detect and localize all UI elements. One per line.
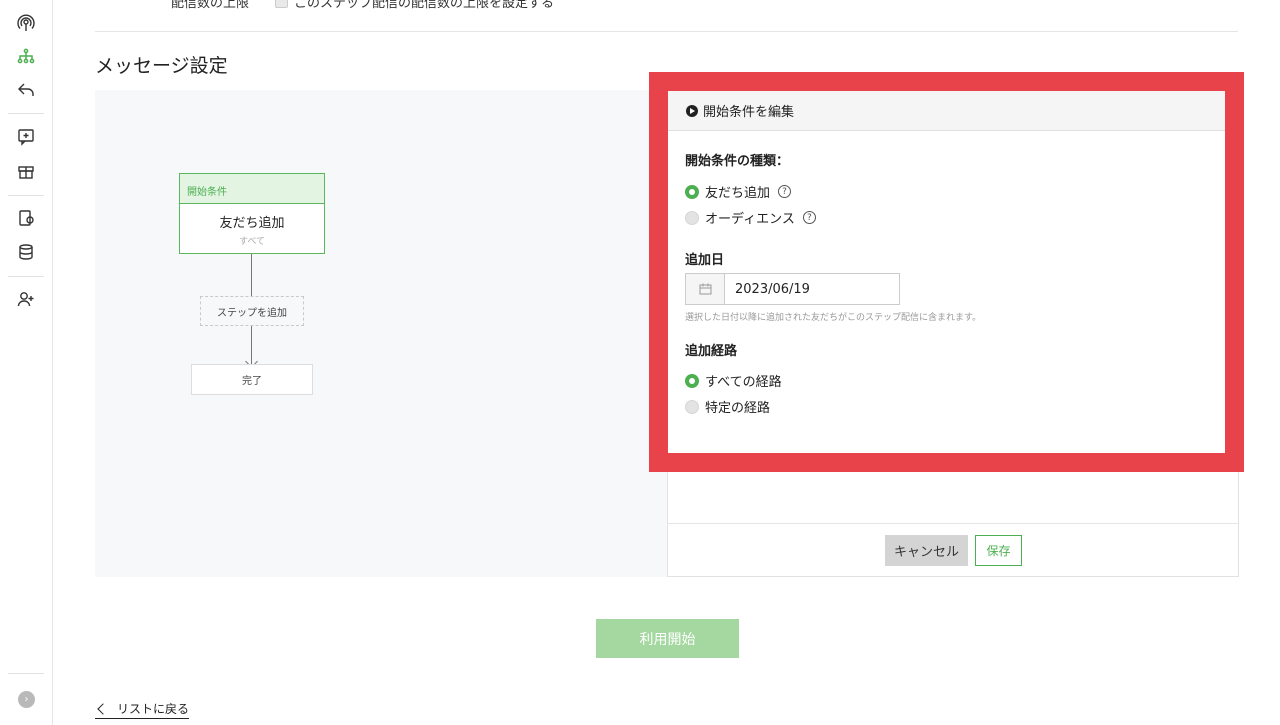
radio-specific-route[interactable]: 特定の経路: [685, 397, 770, 416]
radio-selected-icon[interactable]: [685, 373, 699, 388]
back-to-list-link[interactable]: リストに戻る: [95, 700, 190, 719]
limit-row: 配信数の上限 このステップ配信の配信数の上限を設定する: [171, 0, 555, 11]
divider: [95, 31, 1238, 32]
calendar-icon[interactable]: [686, 274, 725, 304]
rail-divider: [8, 673, 44, 674]
dialog-header: 開始条件を編集: [668, 91, 1225, 131]
start-node-subtitle: すべて: [238, 237, 265, 247]
panel-divider: [668, 523, 1238, 524]
date-hint: 選択した日付以降に追加された友だちがこのステップ配信に含まれます。: [685, 313, 982, 323]
radio-friend-add[interactable]: 友だち追加 ?: [685, 182, 792, 201]
start-node-title: 友だち追加: [219, 216, 285, 231]
help-icon[interactable]: ?: [778, 185, 792, 198]
limit-checkbox[interactable]: [275, 0, 289, 8]
section-title: メッセージ設定: [95, 55, 228, 77]
gift-icon[interactable]: [14, 159, 38, 183]
start-condition-node[interactable]: 開始条件 友だち追加 すべて: [179, 173, 325, 254]
radio-all-routes[interactable]: すべての経路: [685, 371, 782, 390]
radio-label: 特定の経路: [705, 401, 771, 416]
radio-unselected-icon[interactable]: [685, 399, 699, 414]
database-icon[interactable]: [14, 240, 38, 264]
help-icon[interactable]: ?: [802, 211, 816, 224]
coupon-icon[interactable]: [14, 206, 38, 230]
back-link-label: リストに戻る: [117, 702, 190, 716]
dialog-title: 開始条件を編集: [703, 105, 795, 120]
radio-unselected-icon[interactable]: [685, 210, 699, 225]
connector-line: [251, 254, 252, 296]
date-label: 追加日: [685, 253, 725, 268]
date-field[interactable]: 2023/06/19: [685, 273, 900, 305]
play-icon: [686, 104, 698, 117]
rail-divider: [8, 195, 44, 196]
add-message-icon[interactable]: [14, 125, 38, 149]
expand-rail-icon[interactable]: ›: [18, 691, 35, 708]
date-value[interactable]: 2023/06/19: [725, 274, 899, 304]
done-node: 完了: [191, 364, 313, 395]
start-condition-dialog: 開始条件を編集 開始条件の種類： 友だち追加 ? オーディエンス ? 追加日 2…: [668, 91, 1225, 453]
save-button[interactable]: 保存: [975, 535, 1022, 566]
flow-icon[interactable]: [14, 44, 38, 68]
route-label: 追加経路: [685, 344, 738, 359]
reply-icon[interactable]: [14, 78, 38, 102]
cancel-button[interactable]: キャンセル: [885, 535, 968, 566]
add-user-icon[interactable]: [14, 287, 38, 311]
start-node-header: 開始条件: [180, 174, 324, 204]
broadcast-icon[interactable]: [14, 11, 38, 35]
left-rail: ›: [0, 0, 53, 725]
limit-label: 配信数の上限: [171, 0, 250, 11]
start-using-button[interactable]: 利用開始: [596, 619, 739, 658]
radio-audience[interactable]: オーディエンス ?: [685, 208, 816, 227]
rail-divider: [8, 276, 44, 277]
flow-canvas: 開始条件 友だち追加 すべて ステップを追加 完了: [95, 90, 667, 577]
add-step-button[interactable]: ステップを追加: [200, 296, 304, 326]
chevron-left-icon: [97, 702, 109, 715]
rail-divider: [8, 113, 44, 114]
limit-checkbox-label: このステップ配信の配信数の上限を設定する: [294, 0, 555, 11]
type-label: 開始条件の種類：: [685, 154, 790, 169]
radio-label: オーディエンス: [705, 212, 795, 227]
radio-label: すべての経路: [705, 375, 782, 390]
radio-selected-icon[interactable]: [685, 184, 699, 199]
radio-label: 友だち追加: [705, 186, 771, 201]
